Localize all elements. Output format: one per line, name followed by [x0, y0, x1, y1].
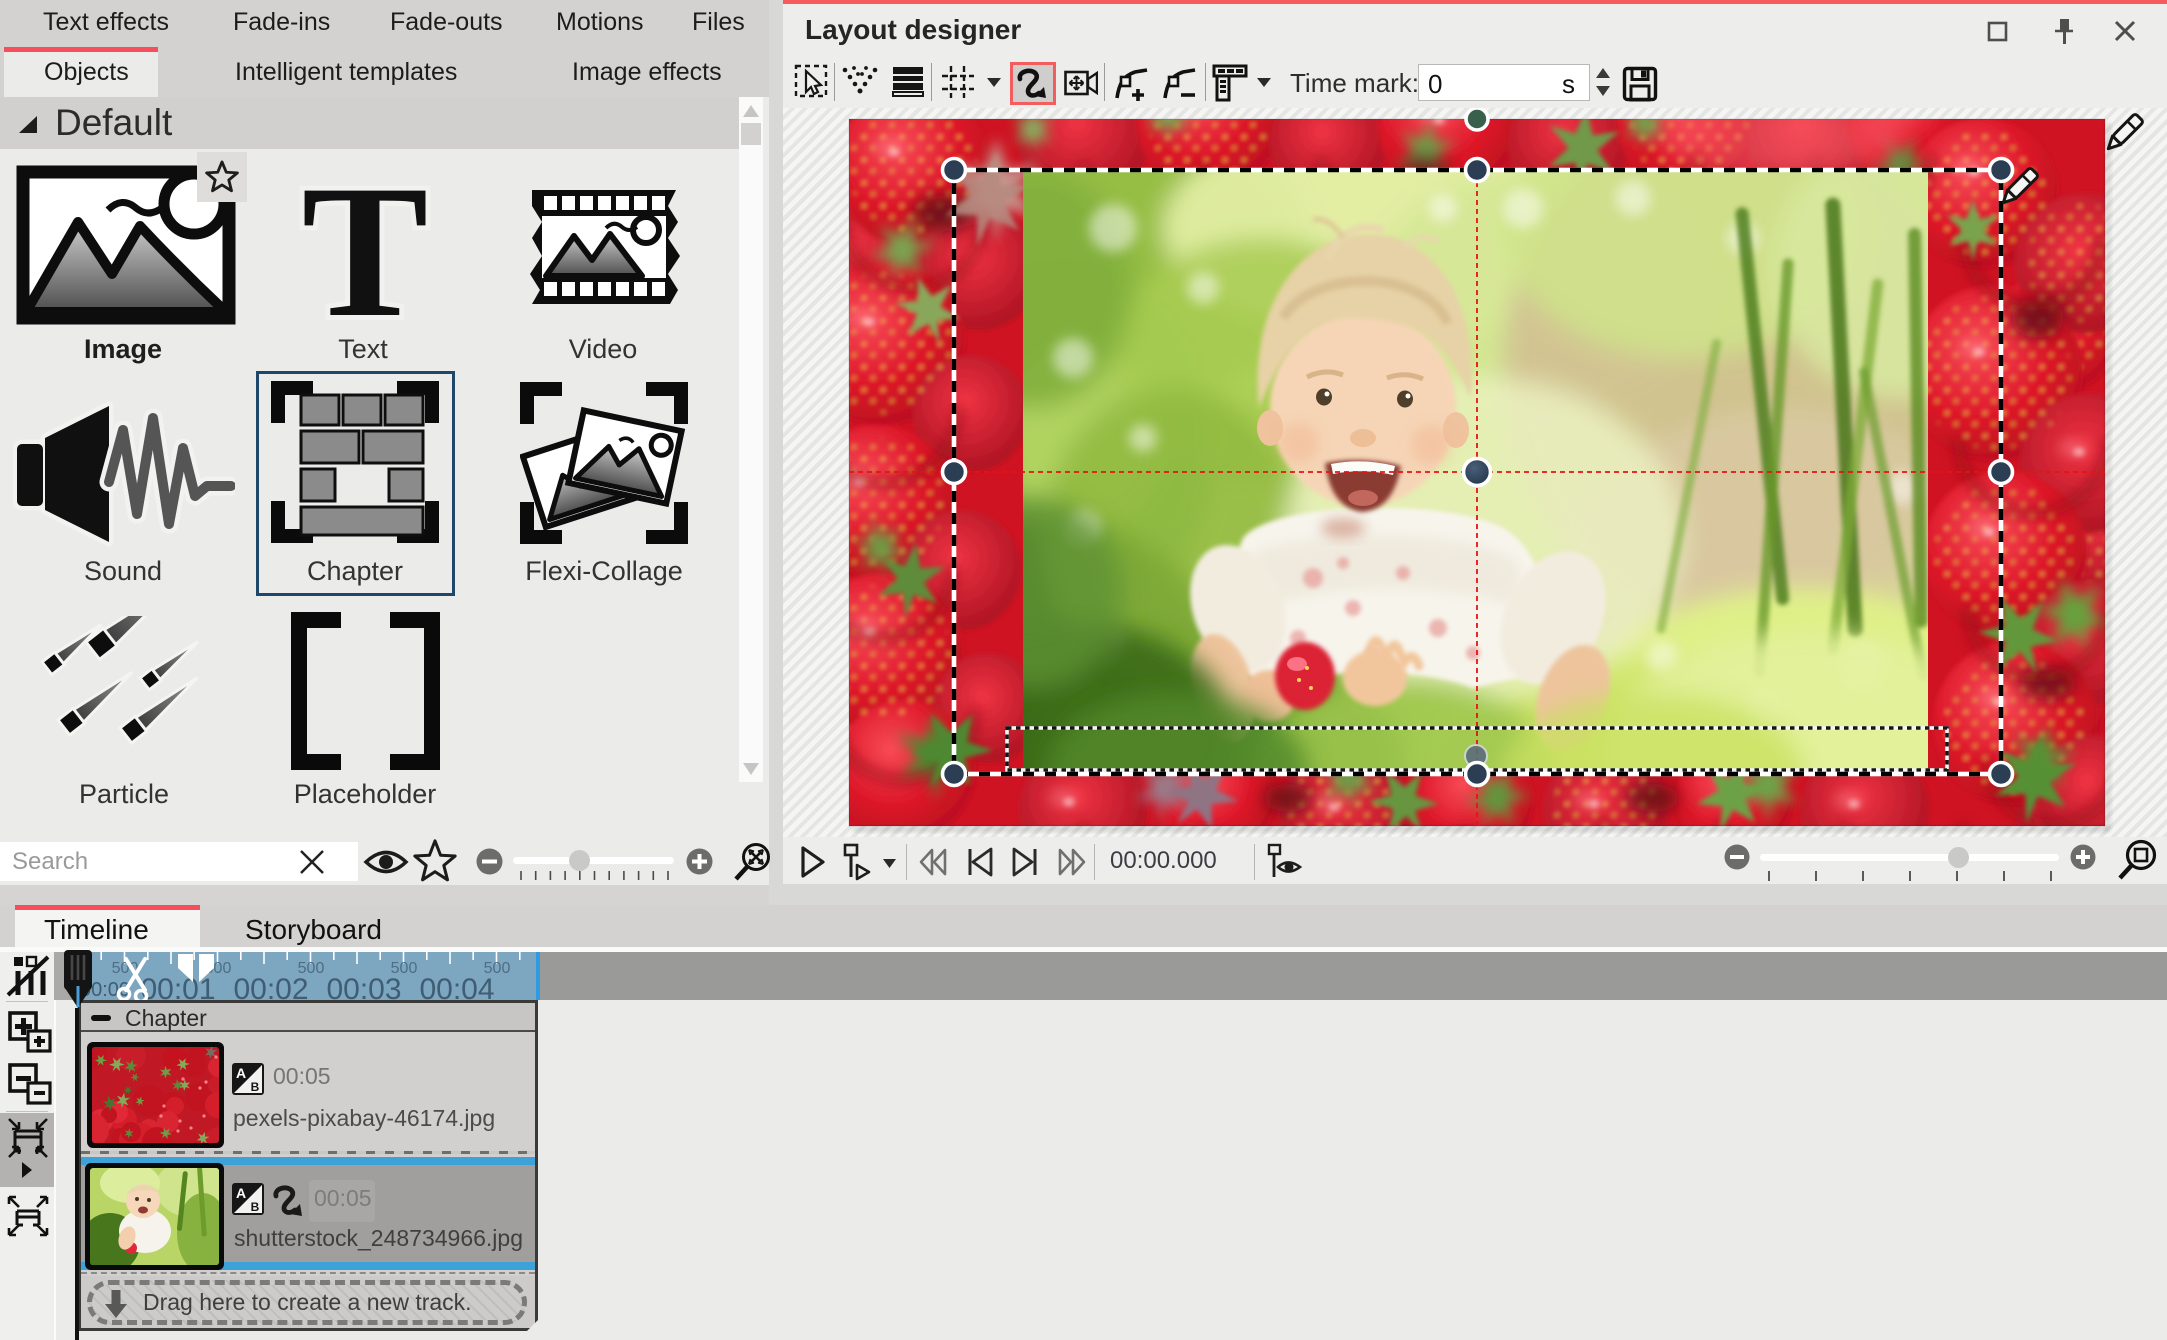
svg-text:B: B	[251, 1080, 260, 1094]
svg-text:A: A	[236, 1065, 246, 1081]
svg-text:T: T	[302, 165, 429, 335]
svg-text:B: B	[251, 1200, 260, 1214]
svg-text:A: A	[236, 1185, 246, 1201]
